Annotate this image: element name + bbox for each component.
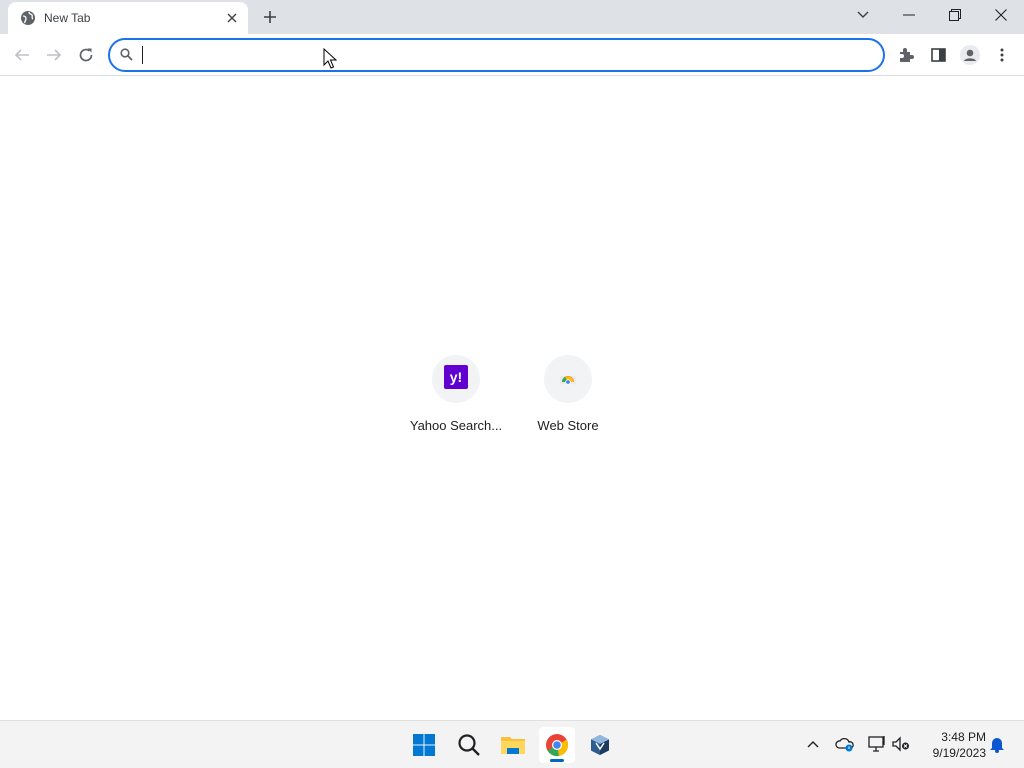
shortcut-tile bbox=[544, 355, 592, 403]
volume-muted-icon[interactable] bbox=[890, 733, 912, 755]
show-hidden-icons-chevron-icon[interactable] bbox=[802, 733, 824, 755]
system-clock[interactable]: 3:48 PM 9/19/2023 bbox=[916, 729, 986, 761]
tab-new-tab[interactable]: New Tab bbox=[8, 2, 248, 34]
close-window-button[interactable] bbox=[978, 0, 1024, 30]
start-icon[interactable] bbox=[406, 727, 442, 763]
restore-button[interactable] bbox=[932, 0, 978, 30]
taskbar: 3:48 PM 9/19/2023 bbox=[0, 720, 1024, 768]
search-icon bbox=[120, 48, 134, 62]
onedrive-icon[interactable] bbox=[834, 733, 856, 755]
notification-bell-icon[interactable] bbox=[986, 733, 1008, 755]
globe-icon bbox=[20, 10, 36, 26]
new-tab-button[interactable] bbox=[258, 5, 282, 29]
back-button[interactable] bbox=[8, 41, 36, 69]
address-bar[interactable] bbox=[108, 38, 885, 72]
shortcut-label: Yahoo Search... bbox=[409, 418, 503, 433]
file-explorer-icon[interactable] bbox=[495, 727, 531, 763]
virtualbox-icon[interactable] bbox=[582, 727, 618, 763]
close-tab-icon[interactable] bbox=[224, 10, 240, 26]
chrome-icon[interactable] bbox=[539, 727, 575, 763]
active-app-indicator bbox=[550, 759, 564, 762]
tab-search-chevron-icon[interactable] bbox=[840, 0, 886, 30]
search-icon[interactable] bbox=[451, 727, 487, 763]
profile-avatar-icon[interactable] bbox=[956, 41, 984, 69]
browser-toolbar bbox=[0, 34, 1024, 76]
extensions-icon[interactable] bbox=[892, 41, 920, 69]
shortcut-label: Web Store bbox=[537, 418, 599, 433]
mouse-cursor-icon bbox=[323, 47, 338, 70]
reload-button[interactable] bbox=[72, 41, 100, 69]
clock-date: 9/19/2023 bbox=[932, 746, 986, 760]
shortcut-yahoo-search[interactable]: y! Yahoo Search... bbox=[400, 347, 512, 447]
tab-title: New Tab bbox=[44, 11, 91, 25]
side-panel-icon[interactable] bbox=[924, 41, 952, 69]
tab-strip: New Tab bbox=[0, 0, 1024, 34]
new-tab-page: y! Yahoo Search... Web Store bbox=[0, 77, 1024, 720]
minimize-button[interactable] bbox=[886, 0, 932, 30]
clock-time: 3:48 PM bbox=[941, 730, 986, 744]
network-icon[interactable] bbox=[866, 733, 888, 755]
shortcut-web-store[interactable]: Web Store bbox=[512, 347, 624, 447]
more-menu-icon[interactable] bbox=[988, 41, 1016, 69]
yahoo-icon: y! bbox=[444, 364, 468, 394]
address-input[interactable] bbox=[143, 43, 883, 67]
chrome-web-store-icon bbox=[557, 366, 579, 393]
forward-button[interactable] bbox=[40, 41, 68, 69]
shortcut-tile: y! bbox=[432, 355, 480, 403]
svg-text:y!: y! bbox=[450, 369, 462, 385]
